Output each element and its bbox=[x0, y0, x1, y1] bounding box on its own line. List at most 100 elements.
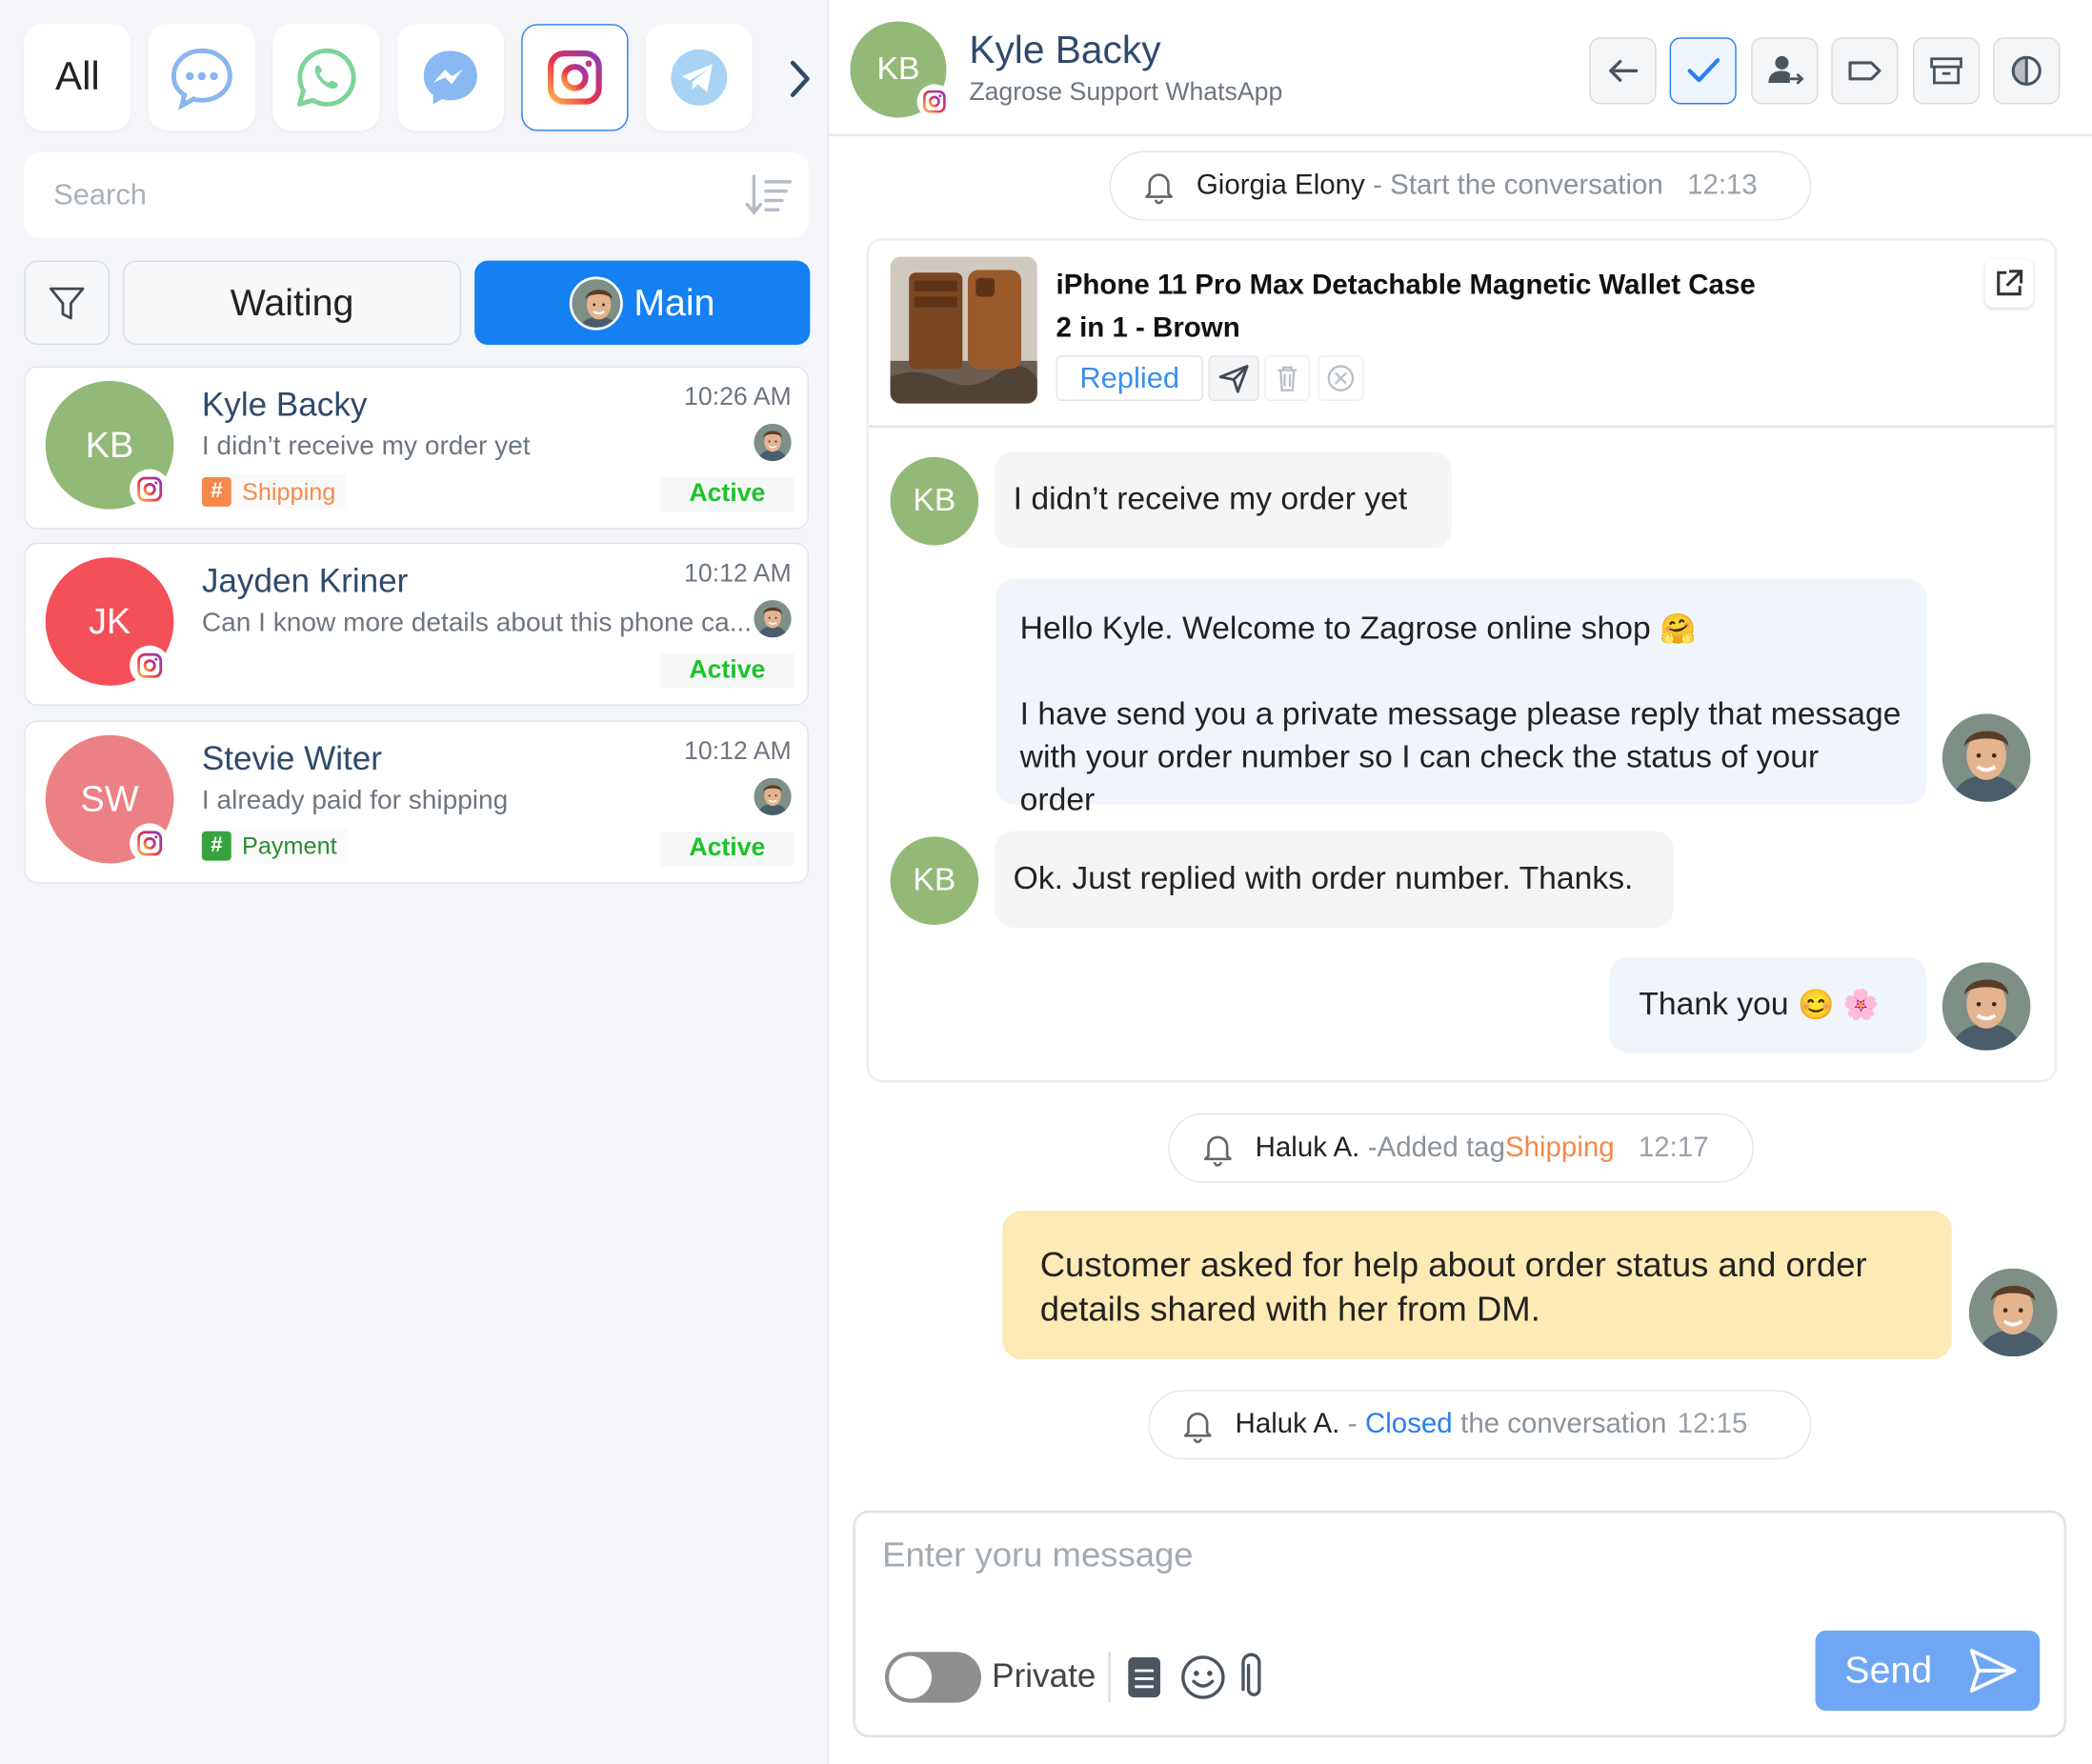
instagram-icon bbox=[543, 46, 607, 110]
emoji-button[interactable] bbox=[1179, 1652, 1228, 1702]
close-circle-icon bbox=[1327, 365, 1355, 391]
contact-name: Stevie Witer bbox=[201, 740, 382, 778]
product-thread-card: iPhone 11 Pro Max Detachable Magnetic Wa… bbox=[866, 237, 2058, 1083]
hugging-emoji: 🤗 bbox=[1660, 611, 1697, 646]
tab-main-label: Main bbox=[634, 281, 715, 323]
send-label: Send bbox=[1844, 1649, 1933, 1692]
tag-icon bbox=[1848, 61, 1881, 81]
event-text: - Start the conversation bbox=[1373, 170, 1663, 201]
contact-name: Jayden Kriner bbox=[201, 562, 409, 601]
toggle-knob bbox=[889, 1655, 933, 1699]
instagram-badge bbox=[130, 469, 171, 510]
open-external-button[interactable] bbox=[1984, 259, 2034, 308]
instagram-icon bbox=[135, 651, 165, 680]
timestamp: 10:26 AM bbox=[684, 383, 792, 412]
back-arrow-icon bbox=[1609, 59, 1639, 82]
private-note: Customer asked for help about order stat… bbox=[1002, 1211, 1952, 1360]
incoming-message: Ok. Just replied with order number. Than… bbox=[994, 831, 1674, 928]
hash-icon: # bbox=[201, 476, 231, 507]
event-text: -Added tag bbox=[1367, 1132, 1505, 1163]
channel-telegram-tab[interactable] bbox=[645, 24, 754, 131]
attach-button[interactable] bbox=[1237, 1652, 1270, 1702]
assign-button[interactable] bbox=[1751, 37, 1819, 105]
tag-badge[interactable]: # Shipping bbox=[201, 474, 347, 510]
contact-name: Kyle Backy bbox=[201, 386, 368, 424]
back-button[interactable] bbox=[1589, 37, 1657, 105]
channel-messenger-tab[interactable] bbox=[396, 24, 505, 131]
event-time: 12:15 bbox=[1677, 1408, 1748, 1440]
send-button[interactable]: Send bbox=[1815, 1630, 2041, 1712]
bell-icon bbox=[1179, 1406, 1217, 1443]
outgoing-message: Hello Kyle. Welcome to Zagrose online sh… bbox=[996, 578, 1927, 818]
tag-label: Payment bbox=[241, 832, 337, 859]
channel-chat-tab[interactable] bbox=[148, 24, 256, 131]
event-start-conversation: Giorgia Elony - Start the conversation 1… bbox=[1109, 150, 1812, 221]
replied-badge[interactable]: Replied bbox=[1056, 355, 1203, 401]
tag-button[interactable] bbox=[1831, 37, 1899, 105]
paperclip-icon bbox=[1241, 1653, 1261, 1696]
event-tag-added: Haluk A. -Added tag Shipping 12:17 bbox=[1168, 1113, 1754, 1183]
agent-avatar bbox=[1969, 1269, 2058, 1357]
tab-waiting[interactable]: Waiting bbox=[123, 260, 462, 346]
whatsapp-icon bbox=[296, 48, 356, 107]
emoji-icon bbox=[1181, 1655, 1225, 1699]
block-icon bbox=[2011, 55, 2042, 86]
chevron-right-icon[interactable] bbox=[782, 56, 816, 102]
event-conversation-closed: Haluk A. - Closed the conversation 12:15 bbox=[1148, 1390, 1812, 1460]
product-title: iPhone 11 Pro Max Detachable Magnetic Wa… bbox=[1056, 270, 1756, 344]
message-input[interactable] bbox=[882, 1533, 2032, 1629]
filter-icon bbox=[49, 286, 85, 319]
toolbar-divider bbox=[1108, 1652, 1111, 1703]
outgoing-message: Thank you 😊 🌸 bbox=[1609, 956, 1927, 1053]
timestamp: 10:12 AM bbox=[684, 737, 792, 767]
inbox-name: Zagrose Support WhatsApp bbox=[969, 78, 1283, 108]
instagram-badge bbox=[916, 84, 953, 119]
channel-all-tab[interactable]: All bbox=[24, 24, 131, 131]
tag-label: Shipping bbox=[241, 477, 336, 505]
template-button[interactable] bbox=[1125, 1652, 1162, 1702]
tab-main[interactable]: Main bbox=[474, 260, 811, 346]
product-image bbox=[890, 256, 1037, 404]
search-input[interactable] bbox=[53, 177, 695, 213]
event-time: 12:17 bbox=[1638, 1132, 1709, 1163]
message-composer: Private Send bbox=[853, 1510, 2067, 1738]
external-link-icon bbox=[1997, 270, 2023, 296]
block-button[interactable] bbox=[1993, 37, 2061, 105]
agent-avatar bbox=[1942, 962, 2031, 1051]
agent-avatar bbox=[754, 778, 791, 815]
delete-button[interactable] bbox=[1264, 355, 1311, 401]
archive-button[interactable] bbox=[1912, 37, 1981, 105]
dismiss-button[interactable] bbox=[1318, 355, 1364, 401]
contact-avatar: KB bbox=[890, 456, 979, 546]
conversation-item[interactable]: KB Kyle Backy 10:26 AM I didn’t receive … bbox=[24, 366, 809, 530]
send-reply-button[interactable] bbox=[1208, 355, 1259, 401]
status-badge: Active bbox=[660, 653, 795, 689]
instagram-badge bbox=[130, 645, 171, 686]
assign-user-icon bbox=[1768, 55, 1804, 85]
avatar bbox=[569, 275, 624, 330]
event-closed-label: Closed bbox=[1364, 1408, 1453, 1440]
message-preview: Can I know more details about this phone… bbox=[201, 608, 751, 638]
private-toggle[interactable] bbox=[884, 1652, 981, 1703]
contact-avatar: KB bbox=[890, 836, 979, 926]
search-box bbox=[24, 151, 809, 238]
tag-badge[interactable]: # Payment bbox=[201, 828, 348, 864]
sort-icon[interactable] bbox=[745, 171, 794, 220]
bell-icon bbox=[1199, 1130, 1237, 1167]
header-divider bbox=[828, 133, 2092, 136]
channel-instagram-tab[interactable] bbox=[521, 24, 629, 131]
event-time: 12:13 bbox=[1687, 170, 1758, 201]
conversation-item[interactable]: JK Jayden Kriner 10:12 AM Can I know mor… bbox=[24, 542, 809, 706]
bell-icon bbox=[1140, 167, 1177, 204]
agent-avatar bbox=[754, 424, 791, 461]
message-preview: I didn’t receive my order yet bbox=[201, 431, 531, 462]
status-badge: Active bbox=[660, 476, 795, 512]
resolve-button[interactable] bbox=[1669, 37, 1737, 105]
filter-button[interactable] bbox=[24, 260, 111, 346]
contact-name: Kyle Backy bbox=[969, 29, 1161, 72]
smile-flower-emoji: 😊 🌸 bbox=[1797, 987, 1880, 1022]
document-icon bbox=[1128, 1656, 1160, 1698]
conversation-item[interactable]: SW Stevie Witer 10:12 AM I already paid … bbox=[24, 720, 809, 884]
channel-whatsapp-tab[interactable] bbox=[272, 24, 380, 131]
event-text: the conversation bbox=[1460, 1408, 1667, 1440]
